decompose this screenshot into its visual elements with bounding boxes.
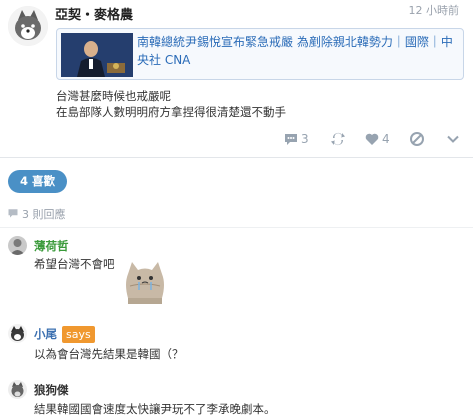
- post-text-line: 在島部隊人數明明府方拿捏得很清楚還不動手: [56, 105, 286, 119]
- comment-author[interactable]: 小尾: [34, 326, 57, 342]
- comment-button[interactable]: 3: [283, 128, 309, 150]
- link-preview-title[interactable]: 南韓總統尹錫悅宣布緊急戒嚴 為剷除親北韓勢力｜國際｜中央社 CNA: [137, 33, 459, 69]
- comment-author[interactable]: 狼狗傑: [34, 382, 69, 398]
- link-thumbnail: [61, 33, 133, 77]
- sticker-image: [120, 258, 170, 306]
- avatar[interactable]: [8, 6, 48, 46]
- reply-count-label: 3 則回應: [22, 208, 66, 221]
- comment-author[interactable]: 薄荷哲: [34, 238, 69, 254]
- comment-count: 3: [301, 132, 309, 146]
- post-timestamp[interactable]: 12 小時前: [409, 2, 460, 18]
- avatar[interactable]: [8, 236, 27, 255]
- more-options-button[interactable]: [446, 128, 460, 150]
- likes-button[interactable]: 4 喜歡: [8, 170, 68, 193]
- like-button[interactable]: 4: [364, 128, 390, 150]
- chevron-down-icon: [446, 132, 460, 146]
- like-count: 4: [382, 132, 390, 146]
- post-actions: 3 4: [0, 128, 473, 152]
- comment-text: 希望台灣不會吧: [34, 257, 115, 271]
- comment-text: 結果韓國國會速度太快讓尹玩不了李承晚劇本。: [34, 402, 276, 416]
- post-author[interactable]: 亞契・麥格農: [55, 4, 133, 23]
- heart-icon: [364, 131, 380, 147]
- divider: [0, 227, 473, 228]
- repost-button[interactable]: [330, 128, 346, 150]
- avatar[interactable]: [8, 324, 27, 343]
- post: 亞契・麥格農 12 小時前 南韓總統尹錫悅宣布緊急戒嚴 為剷除親北韓勢力｜國際｜…: [0, 0, 473, 160]
- post-text-line: 台灣甚麼時候也戒嚴呢: [56, 89, 171, 103]
- comment-icon: [283, 131, 299, 147]
- link-preview-card[interactable]: 南韓總統尹錫悅宣布緊急戒嚴 為剷除親北韓勢力｜國際｜中央社 CNA: [56, 28, 464, 80]
- block-button[interactable]: [409, 128, 425, 150]
- comment-text: 以為會台灣先結果是韓國（？: [34, 347, 184, 361]
- avatar[interactable]: [8, 380, 27, 399]
- repost-icon: [330, 131, 346, 147]
- says-badge: says: [62, 326, 95, 343]
- post-body: 台灣甚麼時候也戒嚴呢 在島部隊人數明明府方拿捏得很清楚還不動手: [56, 88, 286, 120]
- reply-count[interactable]: 3 則回應: [7, 206, 66, 222]
- block-icon: [409, 131, 425, 147]
- comment-icon: [7, 207, 22, 222]
- divider: [0, 157, 473, 158]
